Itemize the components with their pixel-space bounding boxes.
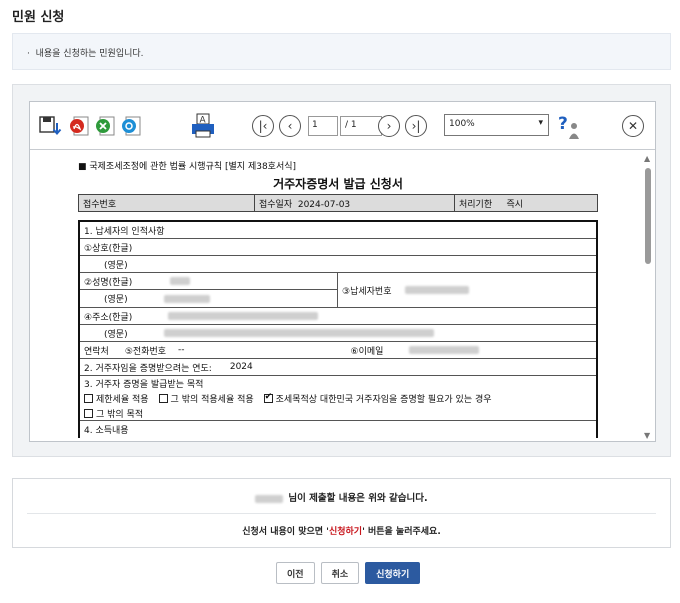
- summary-line-2: 신청서 내용이 맞으면 '신청하기' 버튼을 눌러주세요.: [242, 527, 441, 537]
- submit-button[interactable]: 신청하기: [365, 562, 421, 584]
- prev-button[interactable]: 이전: [276, 562, 315, 584]
- scroll-up-arrow-icon[interactable]: ▲: [644, 154, 650, 163]
- prev-page-button[interactable]: ‹: [279, 115, 301, 137]
- viewer-scrollbar[interactable]: ▲ ▼: [643, 154, 653, 440]
- opt-other-rate-checkbox[interactable]: [158, 394, 168, 403]
- name-eng-label: (영문): [80, 256, 596, 273]
- close-viewer-button[interactable]: ✕: [622, 115, 644, 137]
- page-number-input[interactable]: 1: [308, 116, 338, 136]
- contact-row: 연락처 ⑤전화번호 -- ⑥이메일: [80, 342, 596, 359]
- summary-divider: [27, 513, 656, 514]
- pdf-export-icon[interactable]: [68, 114, 92, 138]
- form-caption: ■ 국제조세조정에 관한 법률 시행규칙 [별지 제38호서식]: [78, 162, 297, 172]
- applicant-name: [255, 494, 284, 503]
- receipt-table: 접수번호 접수일자 2024-07-03 처리기한 즉시: [78, 194, 598, 212]
- notice-box: · 내용을 신청하는 민원입니다.: [12, 33, 671, 70]
- print-icon[interactable]: A: [190, 112, 216, 140]
- notice-text: · 내용을 신청하는 민원입니다.: [27, 49, 144, 59]
- sec2-row: 2. 거주자임을 증명받으려는 연도: 2024: [80, 359, 596, 376]
- opt-limited-rate-checkbox[interactable]: [84, 394, 93, 403]
- person-kor-row: ②성명(한글): [80, 273, 337, 290]
- sec3-heading: 3. 거주자 증명을 발급받는 목적: [84, 380, 204, 390]
- page-title: 민원 신청: [12, 10, 65, 25]
- taxpayer-no-cell: ③납세자번호: [338, 273, 596, 307]
- svg-text:?: ?: [558, 114, 568, 134]
- zoom-select[interactable]: 100% ▾: [444, 114, 549, 136]
- receipt-no-label: 접수번호: [78, 194, 255, 212]
- next-page-button[interactable]: ›: [378, 115, 400, 137]
- opt-residency-checkbox[interactable]: [263, 392, 273, 403]
- action-buttons: 이전 취소 신청하기: [276, 562, 421, 584]
- submission-summary: 님이 제출할 내용은 위와 같습니다. 신청서 내용이 맞으면 '신청하기' 버…: [12, 478, 671, 548]
- receipt-period: 처리기한 즉시: [454, 194, 598, 212]
- sec1-heading: 1. 납세자의 인적사항: [80, 222, 596, 239]
- sec4-heading: 4. 소득내용: [84, 426, 129, 436]
- receipt-date: 접수일자 2024-07-03: [254, 194, 455, 212]
- document-page: ■ 국제조세조정에 관한 법률 시행규칙 [별지 제38호서식] 거주자증명서 …: [30, 151, 642, 441]
- sec3-options: 제한세율 적용 그 밖의 적용세율 적용 조세목적상 대한민국 거주자임을 증명…: [80, 391, 596, 406]
- viewer-toolbar: A |‹ ‹ 1 / 1 › ›| 100% ▾ ? ✕: [30, 102, 655, 150]
- addr-eng-row: (영문): [80, 325, 596, 342]
- save-icon[interactable]: [38, 114, 62, 138]
- page-total: / 1: [340, 116, 382, 136]
- scrollbar-thumb[interactable]: [645, 168, 651, 264]
- document-viewer: A |‹ ‹ 1 / 1 › ›| 100% ▾ ? ✕ ■ 국제조세조정에 관한…: [29, 101, 656, 442]
- taxpayer-section: 1. 납세자의 인적사항 ①상호(한글) (영문) ②성명(한글) (영문) ③…: [78, 220, 598, 438]
- cancel-button[interactable]: 취소: [320, 562, 360, 584]
- hwp-export-icon[interactable]: [120, 114, 144, 138]
- person-split: ②성명(한글) (영문) ③납세자번호: [80, 273, 596, 308]
- scroll-down-arrow-icon[interactable]: ▼: [644, 431, 650, 440]
- last-page-button[interactable]: ›|: [405, 115, 427, 137]
- addr-kor-row: ④주소(한글): [80, 308, 596, 325]
- opt-other-purpose-checkbox[interactable]: [84, 408, 93, 418]
- help-icon[interactable]: ?: [556, 112, 582, 140]
- summary-line-1: 님이 제출할 내용은 위와 같습니다.: [13, 490, 670, 504]
- first-page-button[interactable]: |‹: [252, 115, 274, 137]
- form-title: 거주자증명서 발급 신청서: [273, 177, 403, 191]
- excel-export-icon[interactable]: [94, 114, 118, 138]
- person-eng-row: (영문): [80, 290, 337, 307]
- name-kor-label: ①상호(한글): [80, 239, 596, 256]
- sec3-option-other: 그 밖의 목적: [80, 406, 596, 421]
- document-viewer-frame: A |‹ ‹ 1 / 1 › ›| 100% ▾ ? ✕ ■ 국제조세조정에 관한…: [12, 84, 671, 457]
